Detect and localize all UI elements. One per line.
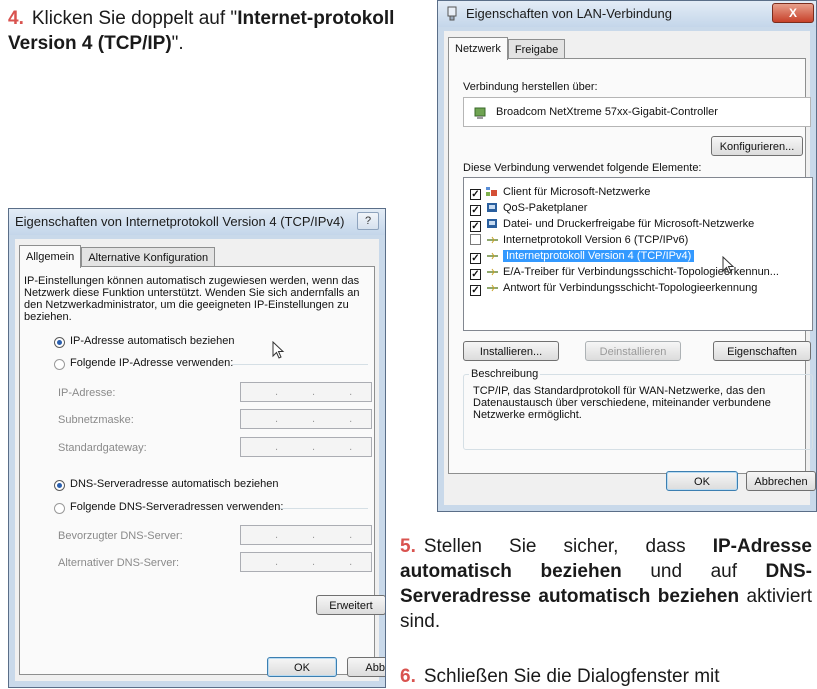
checkbox[interactable]: ✓: [470, 269, 481, 280]
list-item-ipv4-selected[interactable]: ✓ Internetprotokoll Version 4 (TCP/IPv4): [470, 248, 695, 264]
dns-auto-radio[interactable]: [54, 480, 65, 491]
dns-manual-radio[interactable]: [54, 503, 65, 514]
dialog-titlebar: Eigenschaften von LAN-Verbindung X: [438, 1, 816, 27]
tab-allgemein[interactable]: Allgemein: [19, 245, 82, 268]
ip-auto-radio[interactable]: [54, 337, 65, 348]
elements-label: Diese Verbindung verwendet folgende Elem…: [463, 162, 702, 174]
intro-line-4: beziehen.: [24, 311, 72, 323]
subnet-mask-field[interactable]: ...: [240, 409, 372, 429]
checkbox[interactable]: ✓: [470, 189, 481, 200]
default-gateway-label: Standardgateway:: [58, 442, 147, 454]
tab-freigabe[interactable]: Freigabe: [507, 39, 566, 60]
list-item[interactable]: ✓ Client für Microsoft-Netzwerke: [470, 184, 650, 200]
checkbox[interactable]: ✓: [470, 205, 481, 216]
dns-group-line: [280, 508, 368, 509]
protocol-icon: [487, 236, 498, 244]
ipv4-properties-dialog: Eigenschaften von Internetprotokoll Vers…: [8, 208, 386, 688]
description-label: Beschreibung: [469, 368, 541, 380]
install-button[interactable]: Installieren...: [463, 341, 559, 361]
description-line-3: Netzwerke ermöglicht.: [473, 409, 582, 421]
list-item[interactable]: ✓ QoS-Paketplaner: [470, 200, 587, 216]
protocol-icon: [487, 268, 498, 276]
checkbox[interactable]: [470, 234, 481, 245]
help-button[interactable]: ?: [357, 212, 379, 230]
step-4-instruction: 4. Klicken Sie doppelt auf "Internet-prot…: [8, 8, 395, 54]
protocol-icon: [487, 284, 498, 292]
ok-button[interactable]: OK: [666, 471, 738, 491]
connect-via-label: Verbindung herstellen über:: [463, 81, 598, 93]
dialog-body: Allgemein Alternative Konfiguration IP-Ei…: [15, 239, 385, 681]
ip-auto-label: IP-Adresse automatisch beziehen: [70, 335, 235, 347]
description-line-1: TCP/IP, das Standardprotokoll für WAN-Ne…: [473, 385, 766, 397]
advanced-button[interactable]: Erweitert: [316, 595, 385, 615]
adapter-name: Broadcom NetXtreme 57xx-Gigabit-Controll…: [496, 106, 718, 118]
elements-list: ✓ Client für Microsoft-Netzwerke ✓ QoS-Pak…: [463, 177, 813, 331]
close-button[interactable]: X: [772, 3, 814, 23]
ip-manual-radio[interactable]: [54, 359, 65, 370]
cancel-button[interactable]: Abbrechen: [746, 471, 816, 491]
tab-panel-network: Verbindung herstellen über: Broadcom Net…: [448, 58, 813, 474]
default-gateway-field[interactable]: ...: [240, 437, 372, 457]
network-adapter-icon: [447, 6, 457, 21]
list-item[interactable]: ✓ Datei- und Druckerfreigabe für Microsof…: [470, 216, 754, 232]
intro-line-3: den Netzwerkadministrator, um die geeign…: [24, 299, 349, 311]
list-item[interactable]: ✓ Antwort für Verbindungsschicht-Topologi…: [470, 280, 757, 296]
step-number: 5.: [400, 536, 416, 557]
dialog-title: Eigenschaften von Internetprotokoll Vers…: [15, 214, 345, 229]
protocol-icon: [487, 252, 498, 260]
mouse-cursor-icon: [272, 341, 285, 359]
dialog-titlebar: Eigenschaften von Internetprotokoll Vers…: [9, 209, 385, 235]
preferred-dns-field[interactable]: ...: [240, 525, 372, 545]
ok-button[interactable]: OK: [267, 657, 337, 677]
intro-line-1: IP-Einstellungen können automatisch zuge…: [24, 275, 360, 287]
step-number: 6.: [400, 666, 416, 687]
tab-netzwerk[interactable]: Netzwerk: [448, 37, 508, 60]
list-item[interactable]: Internetprotokoll Version 6 (TCP/IPv6): [470, 232, 688, 248]
alternate-dns-field[interactable]: ...: [240, 552, 372, 572]
dns-manual-label: Folgende DNS-Serveradressen verwenden:: [70, 501, 284, 513]
ip-group-line: [232, 364, 368, 365]
network-client-icon: [486, 187, 497, 196]
preferred-dns-label: Bevorzugter DNS-Server:: [58, 530, 183, 542]
service-icon: [487, 203, 497, 212]
dialog-title: Eigenschaften von LAN-Verbindung: [466, 6, 672, 21]
ip-manual-label: Folgende IP-Adresse verwenden:: [70, 357, 234, 369]
tab-alternative-konfiguration[interactable]: Alternative Konfiguration: [81, 247, 216, 268]
ip-address-label: IP-Adresse:: [58, 387, 116, 399]
intro-line-2: Netzwerk diese Funktion unterstützt. Wen…: [24, 287, 360, 299]
dialog-body: Netzwerk Freigabe Verbindung herstellen ü…: [444, 31, 816, 505]
configure-button[interactable]: Konfigurieren...: [711, 136, 803, 156]
tab-strip: Allgemein Alternative Konfiguration: [19, 245, 216, 268]
subnet-mask-label: Subnetzmaske:: [58, 414, 134, 426]
adapter-box: Broadcom NetXtreme 57xx-Gigabit-Controll…: [463, 97, 811, 127]
network-card-icon: [474, 107, 486, 119]
mouse-cursor-icon: [722, 256, 735, 274]
alternate-dns-label: Alternativer DNS-Server:: [58, 557, 180, 569]
tab-strip: Netzwerk Freigabe: [448, 37, 566, 60]
uninstall-button[interactable]: Deinstallieren: [585, 341, 681, 361]
step-5-instruction: 5. Stellen Sie sicher, dass IP-Adresse au…: [400, 536, 812, 632]
checkbox[interactable]: ✓: [470, 221, 481, 232]
cancel-button[interactable]: Abbr: [347, 657, 385, 677]
service-icon: [487, 219, 497, 228]
dns-auto-label: DNS-Serveradresse automatisch beziehen: [70, 478, 279, 490]
properties-button[interactable]: Eigenschaften: [713, 341, 811, 361]
description-line-2: Datenaustausch über verschiedene, mitein…: [473, 397, 771, 409]
ip-address-field[interactable]: ...: [240, 382, 372, 402]
lan-properties-dialog: Eigenschaften von LAN-Verbindung X Netzw…: [437, 0, 817, 512]
tab-panel-general: IP-Einstellungen können automatisch zuge…: [19, 266, 385, 675]
step-6-instruction: 6. Schließen Sie die Dialogfenster mit: [400, 666, 720, 687]
step-number: 4.: [8, 8, 24, 29]
checkbox[interactable]: ✓: [470, 253, 481, 264]
checkbox[interactable]: ✓: [470, 285, 481, 296]
